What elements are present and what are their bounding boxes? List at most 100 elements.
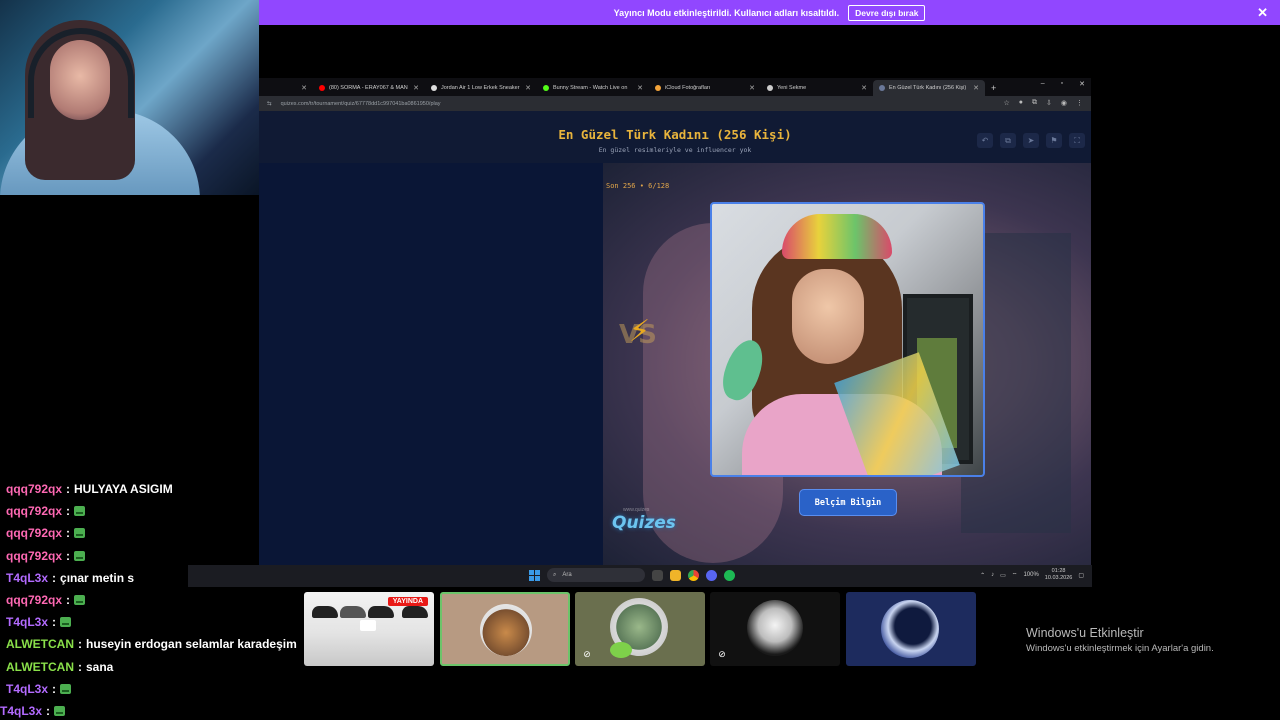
minimize-button[interactable]: – xyxy=(1041,80,1045,88)
chat-username[interactable]: T4qL3x xyxy=(6,615,48,629)
windows-activation-watermark: Windows'u Etkinleştir Windows'u etkinleş… xyxy=(1026,626,1214,654)
chat-username[interactable]: qqq792qx xyxy=(6,549,62,563)
chat-username[interactable]: ALWETCAN xyxy=(6,660,74,674)
task-view-icon[interactable] xyxy=(652,569,663,581)
fullscreen-icon[interactable]: ⛶ xyxy=(1069,133,1085,148)
windows-start-icon[interactable] xyxy=(529,569,540,581)
download-icon[interactable]: ⇩ xyxy=(1046,99,1052,107)
choose-contestant-button[interactable]: Belçim Bilgin xyxy=(799,489,897,516)
tab-favicon-icon xyxy=(767,85,773,91)
tab-close-icon[interactable]: ✕ xyxy=(634,84,643,92)
chat-username[interactable]: qqq792qx xyxy=(6,593,62,607)
record-icon[interactable]: ● xyxy=(1019,99,1023,107)
browser-tab[interactable]: En Güzel Türk Kadını (256 Kişi) ✕ xyxy=(873,80,985,96)
browser-window: ✕ (80) SORMA - ERAY067 & MAN ✕ Jordan Air 1… xyxy=(259,78,1091,565)
battery-level[interactable]: 100% xyxy=(1023,572,1038,578)
mic-muted-icon: ⊘ xyxy=(718,648,726,659)
menu-icon[interactable]: ⋮ xyxy=(1076,99,1083,107)
clock-time: 01:28 xyxy=(1051,568,1066,574)
mic-muted-icon: ⊘ xyxy=(583,648,591,659)
chat-message: T4qL3x: xyxy=(6,678,306,700)
spotify-icon[interactable] xyxy=(724,569,735,581)
file-explorer-icon[interactable] xyxy=(670,569,681,581)
taskbar-search[interactable]: ⌕ Ara xyxy=(547,568,645,582)
chat-username[interactable]: T4qL3x xyxy=(6,682,48,696)
chat-separator: : xyxy=(66,548,71,563)
browser-tab[interactable]: Bunny Stream - Watch Live on ✕ xyxy=(537,80,649,96)
chat-username[interactable]: T4qL3x xyxy=(0,704,42,718)
chat-username[interactable]: T4qL3x xyxy=(6,571,48,585)
close-icon[interactable]: ✕ xyxy=(1257,5,1268,21)
tab-close-icon[interactable]: ✕ xyxy=(522,84,531,92)
browser-toolbar-icons: ☆ ● ⧉ ⇩ ◉ ⋮ xyxy=(1004,99,1084,107)
browser-tab[interactable]: Yeni Sekme ✕ xyxy=(761,80,873,96)
window-controls: – ▫ ✕ xyxy=(1041,80,1085,88)
disable-streamer-mode-button[interactable]: Devre dışı bırak xyxy=(848,4,926,21)
chat-username[interactable]: qqq792qx xyxy=(6,526,62,540)
extensions-icon[interactable]: ⧉ xyxy=(1032,99,1037,107)
browser-tab[interactable]: iCloud Fotoğrafları ✕ xyxy=(649,80,761,96)
share-icon[interactable]: ➤ xyxy=(1023,133,1039,148)
lightning-icon: ⚡ xyxy=(629,314,650,349)
tab-close-icon[interactable]: ✕ xyxy=(970,84,979,92)
mic-icon[interactable]: ♪ xyxy=(991,572,994,578)
maximize-button[interactable]: ▫ xyxy=(1061,80,1063,88)
system-tray: ⌃ ♪ ▭ ⌔ 100% 01:28 10.03.2026 ▢ xyxy=(980,568,1084,582)
report-icon[interactable]: ⚑ xyxy=(1046,133,1062,148)
left-choice-panel[interactable] xyxy=(259,163,603,565)
webcam-feed xyxy=(0,0,259,195)
undo-icon[interactable]: ↶ xyxy=(977,133,993,148)
new-tab-button[interactable]: + xyxy=(991,80,996,96)
stream-thumbnail-live[interactable]: YAYINDA xyxy=(304,592,434,666)
quiz-page: En Güzel Türk Kadını (256 Kişi) En güzel… xyxy=(259,111,1091,565)
participant-tile-frog[interactable]: ⊘ xyxy=(575,592,705,666)
tab-close-icon[interactable]: ✕ xyxy=(858,84,867,92)
shoe-image xyxy=(312,606,338,618)
chat-message: qqq792qx: xyxy=(6,522,306,544)
chat-message: ALWETCAN: huseyin erdogan selamlar karade… xyxy=(6,633,306,655)
tab-close-icon[interactable]: ✕ xyxy=(746,84,755,92)
participant-tile-moon[interactable] xyxy=(846,592,976,666)
tray-chevron-icon[interactable]: ⌃ xyxy=(980,572,985,579)
discord-icon[interactable] xyxy=(706,569,717,581)
tab-favicon-icon xyxy=(655,85,661,91)
contestant-photo[interactable] xyxy=(710,202,985,477)
chat-username[interactable]: ALWETCAN xyxy=(6,637,74,651)
address-bar[interactable]: ⇆ quizes.com/tr/tournament/quiz/67778dd1… xyxy=(259,96,1091,111)
chat-emote-icon xyxy=(74,550,86,561)
tab-close-icon[interactable]: ✕ xyxy=(298,84,307,92)
quiz-header: En Güzel Türk Kadını (256 Kişi) En güzel… xyxy=(259,111,1091,163)
url-text[interactable]: quizes.com/tr/tournament/quiz/67778dd1c9… xyxy=(281,101,441,107)
chat-username[interactable]: qqq792qx xyxy=(6,504,62,518)
chat-username[interactable]: qqq792qx xyxy=(6,482,62,496)
profile-icon[interactable]: ◉ xyxy=(1061,99,1067,107)
banner-message: Yayıncı Modu etkinleştirildi. Kullanıcı … xyxy=(613,7,840,18)
chat-text: çınar metin s xyxy=(60,570,135,585)
participant-tile-dog[interactable] xyxy=(440,592,570,666)
browser-tab[interactable]: (80) SORMA - ERAY067 & MAN ✕ xyxy=(313,80,425,96)
browser-tab[interactable]: ✕ xyxy=(259,80,313,96)
notification-icon[interactable]: ▢ xyxy=(1078,572,1084,579)
browser-tab[interactable]: Jordan Air 1 Low Erkek Sneaker ✕ xyxy=(425,80,537,96)
shoe-image xyxy=(368,606,394,618)
quiz-title: En Güzel Türk Kadını (256 Kişi) xyxy=(558,127,792,142)
chat-message: qqq792qx: xyxy=(6,500,306,522)
tab-favicon-icon xyxy=(543,85,549,91)
bookmark-star-icon[interactable]: ☆ xyxy=(1004,99,1010,107)
watermark-title: Windows'u Etkinleştir xyxy=(1026,626,1144,640)
site-info-icon[interactable]: ⇆ xyxy=(267,101,272,107)
display-icon[interactable]: ▭ xyxy=(1000,572,1006,579)
network-icon[interactable]: ⌔ xyxy=(1012,571,1018,579)
participant-tile-anime[interactable]: ⊘ xyxy=(710,592,840,666)
chrome-icon[interactable] xyxy=(688,569,699,581)
close-window-button[interactable]: ✕ xyxy=(1079,80,1085,88)
chat-emote-icon xyxy=(60,617,72,628)
clock[interactable]: 01:28 10.03.2026 xyxy=(1045,568,1073,582)
round-progress: Son 256 • 6/128 xyxy=(606,182,670,190)
chat-text: huseyin erdogan selamlar karadeşim xyxy=(86,637,297,652)
copy-icon[interactable]: ⧉ xyxy=(1000,133,1016,148)
chat-separator: : xyxy=(78,637,82,652)
chat-separator: : xyxy=(66,593,71,608)
tab-close-icon[interactable]: ✕ xyxy=(410,84,419,92)
chat-log: qqq792qx: HULYAYA ASIGIM qqq792qx: qqq792qx… xyxy=(0,478,306,720)
